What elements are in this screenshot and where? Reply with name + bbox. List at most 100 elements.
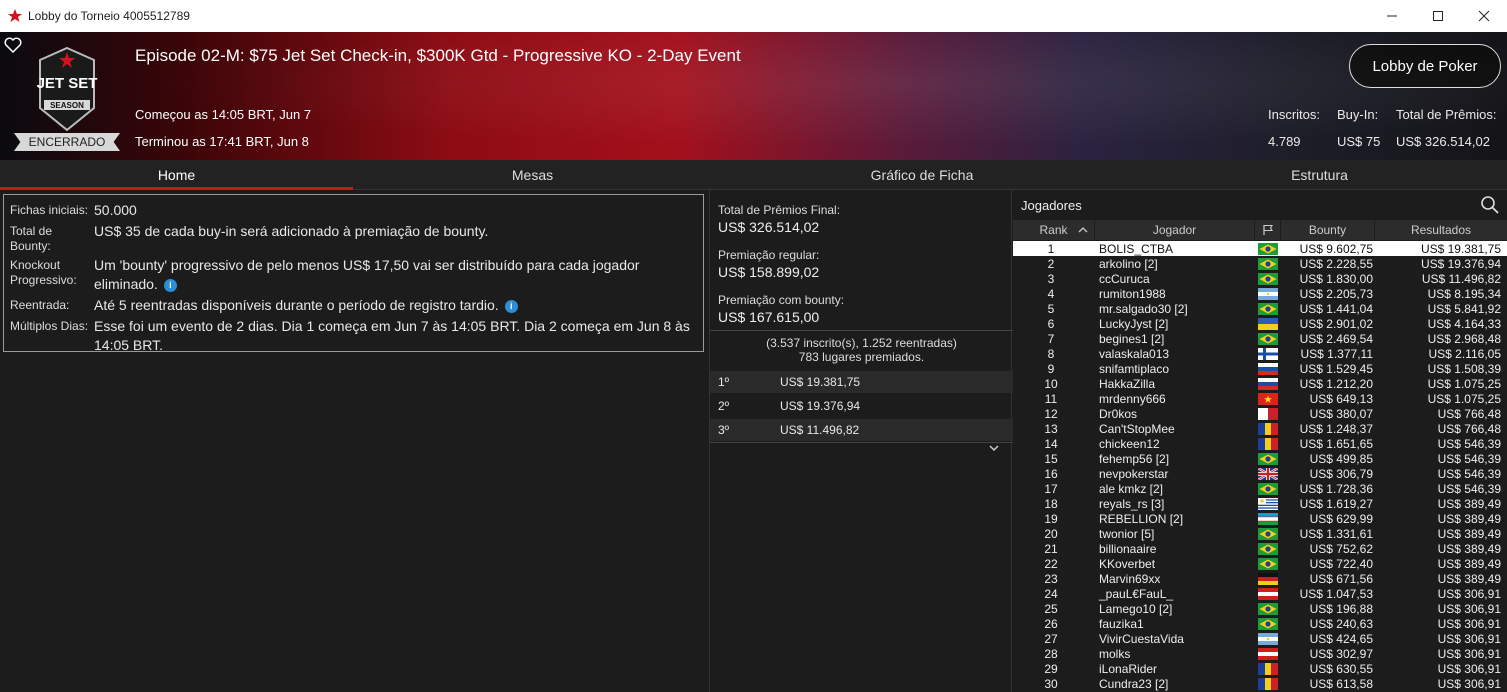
info-icon[interactable]: i (163, 278, 177, 292)
player-row[interactable]: 11 mrdenny666 US$ 649,13 US$ 1.075,25 (1013, 391, 1507, 406)
player-row[interactable]: 18 reyals_rs [3] US$ 1.619,27 US$ 389,49 (1013, 496, 1507, 511)
player-result: US$ 389,49 (1437, 496, 1501, 511)
col-header-rank[interactable]: Rank (1013, 220, 1095, 240)
player-row[interactable]: 29 iLonaRider US$ 630,55 US$ 306,91 (1013, 661, 1507, 676)
player-result: US$ 306,91 (1437, 586, 1501, 601)
player-row[interactable]: 20 twonior [5] US$ 1.331,61 US$ 389,49 (1013, 526, 1507, 541)
country-flag-icon (1258, 257, 1278, 270)
player-rank: 11 (1044, 391, 1058, 406)
player-bounty: US$ 629,99 (1309, 511, 1373, 526)
info-value: Até 5 reentradas disponíveis durante o p… (94, 296, 697, 315)
player-row[interactable]: 15 fehemp56 [2] US$ 499,85 US$ 546,39 (1013, 451, 1507, 466)
player-row[interactable]: 14 chickeen12 US$ 1.651,65 US$ 546,39 (1013, 436, 1507, 451)
player-row[interactable]: 5 mr.salgado30 [2] US$ 1.441,04 US$ 5.841,9… (1013, 301, 1507, 316)
info-value: US$ 35 de cada buy-in será adicionado à … (94, 223, 489, 239)
player-name: mrdenny666 (1099, 391, 1166, 406)
player-row[interactable]: 8 valaskala013 US$ 1.377,11 US$ 2.116,05 (1013, 346, 1507, 361)
bounty-prize-label: Premiação com bounty: (718, 293, 845, 307)
close-button[interactable] (1461, 0, 1507, 32)
tab-structure[interactable]: Estrutura (1132, 160, 1507, 190)
player-row[interactable]: 30 Cundra23 [2] US$ 613,58 US$ 306,91 (1013, 676, 1507, 691)
player-country (1255, 376, 1281, 391)
player-country (1255, 466, 1281, 481)
player-row[interactable]: 26 fauzika1 US$ 240,63 US$ 306,91 (1013, 616, 1507, 631)
country-flag-icon (1258, 527, 1278, 540)
player-bounty: US$ 649,13 (1309, 391, 1373, 406)
player-row[interactable]: 17 ale kmkz [2] US$ 1.728,36 US$ 546,39 (1013, 481, 1507, 496)
col-header-bounty[interactable]: Bounty (1281, 220, 1375, 240)
player-bounty: US$ 671,56 (1309, 571, 1373, 586)
player-row[interactable]: 2 arkolino [2] US$ 2.228,55 US$ 19.376,94 (1013, 256, 1507, 271)
player-bounty: US$ 2.901,02 (1299, 316, 1373, 331)
player-bounty: US$ 752,62 (1309, 541, 1373, 556)
total-prize-value: US$ 326.514,02 (1396, 134, 1490, 149)
entries-count: (3.537 inscrito(s), 1.252 reentradas) (766, 336, 957, 350)
country-flag-icon (1258, 557, 1278, 570)
player-rank: 10 (1044, 376, 1058, 391)
country-flag-icon (1258, 287, 1278, 300)
poker-lobby-button[interactable]: Lobby de Poker (1349, 44, 1501, 88)
player-row[interactable]: 3 ccCuruca US$ 1.830,00 US$ 11.496,82 (1013, 271, 1507, 286)
player-bounty: US$ 1.529,45 (1299, 361, 1373, 376)
col-header-player[interactable]: Jogador (1095, 220, 1255, 240)
country-flag-icon (1258, 332, 1278, 345)
player-row[interactable]: 16 nevpokerstar US$ 306,79 US$ 546,39 (1013, 466, 1507, 481)
player-row[interactable]: 9 snifamtiplaco US$ 1.529,45 US$ 1.508,39 (1013, 361, 1507, 376)
col-header-country[interactable] (1255, 220, 1281, 240)
player-result: US$ 546,39 (1437, 466, 1501, 481)
close-icon (1478, 10, 1490, 22)
player-rank: 1 (1047, 241, 1055, 256)
player-row[interactable]: 1 BOLIS_CTBA US$ 9.602,75 US$ 19.381,75 (1013, 241, 1507, 256)
player-country (1255, 316, 1281, 331)
player-row[interactable]: 25 Lamego10 [2] US$ 196,88 US$ 306,91 (1013, 601, 1507, 616)
player-row[interactable]: 24 _pauL€FauL_ US$ 1.047,53 US$ 306,91 (1013, 586, 1507, 601)
search-icon[interactable] (1480, 195, 1500, 215)
player-rank: 12 (1044, 406, 1058, 421)
player-row[interactable]: 27 VivirCuestaVida US$ 424,65 US$ 306,91 (1013, 631, 1507, 646)
player-name: twonior [5] (1099, 526, 1155, 541)
buyin-label: Buy-In: (1337, 107, 1379, 122)
chevron-down-icon[interactable] (988, 444, 1000, 454)
minimize-button[interactable] (1369, 0, 1415, 32)
player-name: reyals_rs [3] (1099, 496, 1165, 511)
players-table-body: 1 BOLIS_CTBA US$ 9.602,75 US$ 19.381,75 2 ark… (1013, 241, 1507, 691)
player-country (1255, 331, 1281, 346)
player-result: US$ 4.164,33 (1427, 316, 1501, 331)
player-row[interactable]: 6 LuckyJyst [2] US$ 2.901,02 US$ 4.164,33 (1013, 316, 1507, 331)
player-row[interactable]: 13 Can'tStopMee US$ 1.248,37 US$ 766,48 (1013, 421, 1507, 436)
tab-tables[interactable]: Mesas (353, 160, 712, 190)
player-row[interactable]: 10 HakkaZilla US$ 1.212,20 US$ 1.075,25 (1013, 376, 1507, 391)
maximize-icon (1433, 11, 1443, 21)
player-row[interactable]: 21 billionaaire US$ 752,62 US$ 389,49 (1013, 541, 1507, 556)
divider (710, 330, 1013, 331)
player-row[interactable]: 12 Dr0kos US$ 380,07 US$ 766,48 (1013, 406, 1507, 421)
player-row[interactable]: 7 begines1 [2] US$ 2.469,54 US$ 2.968,48 (1013, 331, 1507, 346)
col-header-results[interactable]: Resultados (1375, 220, 1507, 240)
player-country (1255, 616, 1281, 631)
player-result: US$ 19.376,94 (1420, 256, 1501, 271)
player-result: US$ 306,91 (1437, 661, 1501, 676)
player-row[interactable]: 23 Marvin69xx US$ 671,56 US$ 389,49 (1013, 571, 1507, 586)
favorite-heart-icon[interactable] (4, 37, 22, 53)
maximize-button[interactable] (1415, 0, 1461, 32)
player-name: BOLIS_CTBA (1099, 241, 1174, 256)
player-row[interactable]: 22 KKoverbet US$ 722,40 US$ 389,49 (1013, 556, 1507, 571)
player-rank: 28 (1044, 646, 1058, 661)
tab-chip-chart[interactable]: Gráfico de Ficha (712, 160, 1132, 190)
player-name: snifamtiplaco (1099, 361, 1170, 376)
tab-home[interactable]: Home (0, 160, 353, 190)
country-flag-icon (1258, 632, 1278, 645)
player-row[interactable]: 28 molks US$ 302,97 US$ 306,91 (1013, 646, 1507, 661)
player-country (1255, 556, 1281, 571)
country-flag-icon (1258, 377, 1278, 390)
player-name: VivirCuestaVida (1099, 631, 1184, 646)
player-row[interactable]: 4 rumiton1988 US$ 2.205,73 US$ 8.195,34 (1013, 286, 1507, 301)
final-prize-value: US$ 326.514,02 (718, 219, 820, 235)
player-result: US$ 11.496,82 (1421, 271, 1501, 286)
player-country (1255, 601, 1281, 616)
player-name: Dr0kos (1099, 406, 1138, 421)
info-icon[interactable]: i (504, 299, 518, 313)
country-flag-icon (1258, 587, 1278, 600)
player-rank: 7 (1047, 331, 1055, 346)
player-row[interactable]: 19 REBELLION [2] US$ 629,99 US$ 389,49 (1013, 511, 1507, 526)
